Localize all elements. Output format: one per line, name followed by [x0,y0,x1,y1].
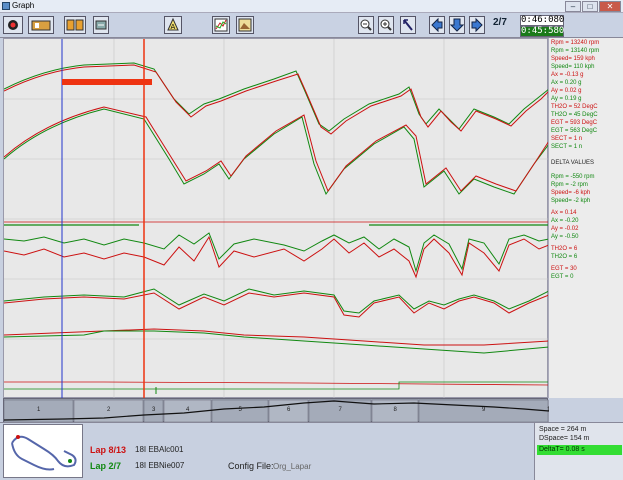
export-button[interactable] [93,16,109,34]
zoom-fit-button[interactable] [400,16,416,34]
window-controls: – □ ✕ [565,1,621,12]
delta-time-value: DeltaT= 0.08 s [537,445,622,455]
speed-trace-red [3,106,550,193]
next-lap-button[interactable] [469,16,485,34]
prev-lap-button[interactable] [429,16,445,34]
rpm-trace-green [3,62,550,132]
panel-value-line: EGT = 30 [551,266,577,272]
panel-value-line: Rpm = 13240 rpm [551,40,600,46]
circuit-icon [11,435,77,471]
file-a-name: 18I EBAlc001 [135,445,184,454]
panel-value-line: Rpm = 13140 rpm [551,48,600,54]
panel-value-line: Ax = 0.20 g [551,80,582,86]
arrow-left-icon [431,17,443,33]
split-view-button[interactable] [64,16,86,34]
panel-value-line: TH2O = 52 DegC [551,104,598,110]
current-time-display: 0:45:580 [520,26,565,37]
panel-value-line: TH2O = 6 [551,246,578,252]
speed-trace-green [3,108,550,196]
arrow-right-icon [471,17,483,33]
panel-value-line: EGT = 563 DegC [551,128,598,134]
egt-trace-red [4,381,550,386]
space-value: Space = 264 m [539,426,587,433]
panel-value-line: Rpm = -2 rpm [551,182,588,188]
panel-value-line: DELTA VALUES [551,160,595,166]
telemetry-plot[interactable] [3,38,550,399]
record-icon [8,20,18,30]
ay-trace-green [3,288,550,314]
panel-value-line: Rpm = -550 rpm [551,174,595,180]
lap-counter: 2/7 [493,17,507,28]
config-value: Org_Lapar [273,462,312,471]
panel-value-line: EGT = 0 [551,274,574,280]
track-map[interactable] [3,424,83,478]
zoom-out-icon [360,19,372,31]
panel-value-line: Ay = 0.19 g [551,96,582,102]
lap-b-label: Lap 2/7 [90,461,122,471]
sector-label: 10 [547,407,549,413]
maximize-button[interactable]: □ [582,1,598,12]
th2o-trace-green [3,330,550,354]
panel-value-line: Ay = -0.50 [551,234,579,240]
track-sector-bar[interactable]: 12345678910 [3,398,554,423]
minimize-button[interactable]: – [565,1,581,12]
zoom-in-button[interactable] [378,16,394,34]
telemetry-graph[interactable] [3,39,550,399]
distance-panel: Space = 264 m DSpace= 154 m DeltaT= 0.08… [534,423,623,480]
rpm-trace-red [3,64,550,135]
split-icon [66,19,84,31]
channels-button[interactable] [212,16,230,34]
record-button[interactable] [3,16,23,34]
panel-value-line: EGT = 593 DegC [551,120,598,126]
close-button[interactable]: ✕ [599,1,621,12]
lap-a-label: Lap 8/13 [90,445,127,455]
track-profile[interactable]: 12345678910 [3,399,554,423]
panel-value-line: SECT = 1 n [551,136,583,142]
th2o-trace-red [3,328,550,346]
panel-value-line: Speed= -6 kph [551,190,591,196]
file-b-name: 18I EBNie007 [135,461,185,470]
diagonal-arrow-icon [403,19,413,31]
panel-value-line: Ax = -0.13 g [551,72,584,78]
total-time-display: 0:46:080 [520,15,565,26]
panel-value-line: Ax = -0.20 [551,218,579,224]
app-icon [2,2,10,10]
panel-value-line: SECT = 1 n [551,144,583,150]
panel-value-line: Speed= 159 kph [551,56,595,62]
panel-value-line: Speed= 110 kph [551,64,595,70]
channels-icon [214,18,228,32]
svg-text:A: A [171,23,176,31]
window-title: Graph [12,1,35,10]
panel-value-line: Ax = 0.14 [551,210,577,216]
dspace-value: DSpace= 154 m [539,435,590,442]
down-lap-button[interactable] [449,16,465,34]
zoom-in-icon [380,19,392,31]
panel-value-line: TH2O = 6 [551,254,578,260]
arrow-down-icon [450,18,464,32]
config-label: Config File: [228,461,274,471]
export-icon [95,20,107,30]
title-bar: Graph – □ ✕ [0,0,623,13]
delta-bar [62,79,152,85]
image-button[interactable] [236,16,254,34]
values-panel: Rpm = 13240 rpm Rpm = 13140 rpm Speed= 159… [548,38,623,398]
text-tool-icon: A [167,17,179,31]
layout-button[interactable] [28,16,54,34]
annotate-button[interactable]: A [164,16,182,34]
layout-icon [31,20,51,31]
panel-value-line: Ay = -0.02 [551,226,579,232]
image-icon [238,18,252,32]
zoom-out-button[interactable] [358,16,374,34]
panel-value-line: Speed= -2 kph [551,198,591,204]
panel-value-line: Ay = 0.02 g [551,88,582,94]
panel-value-line: TH2O = 45 DegC [551,112,598,118]
